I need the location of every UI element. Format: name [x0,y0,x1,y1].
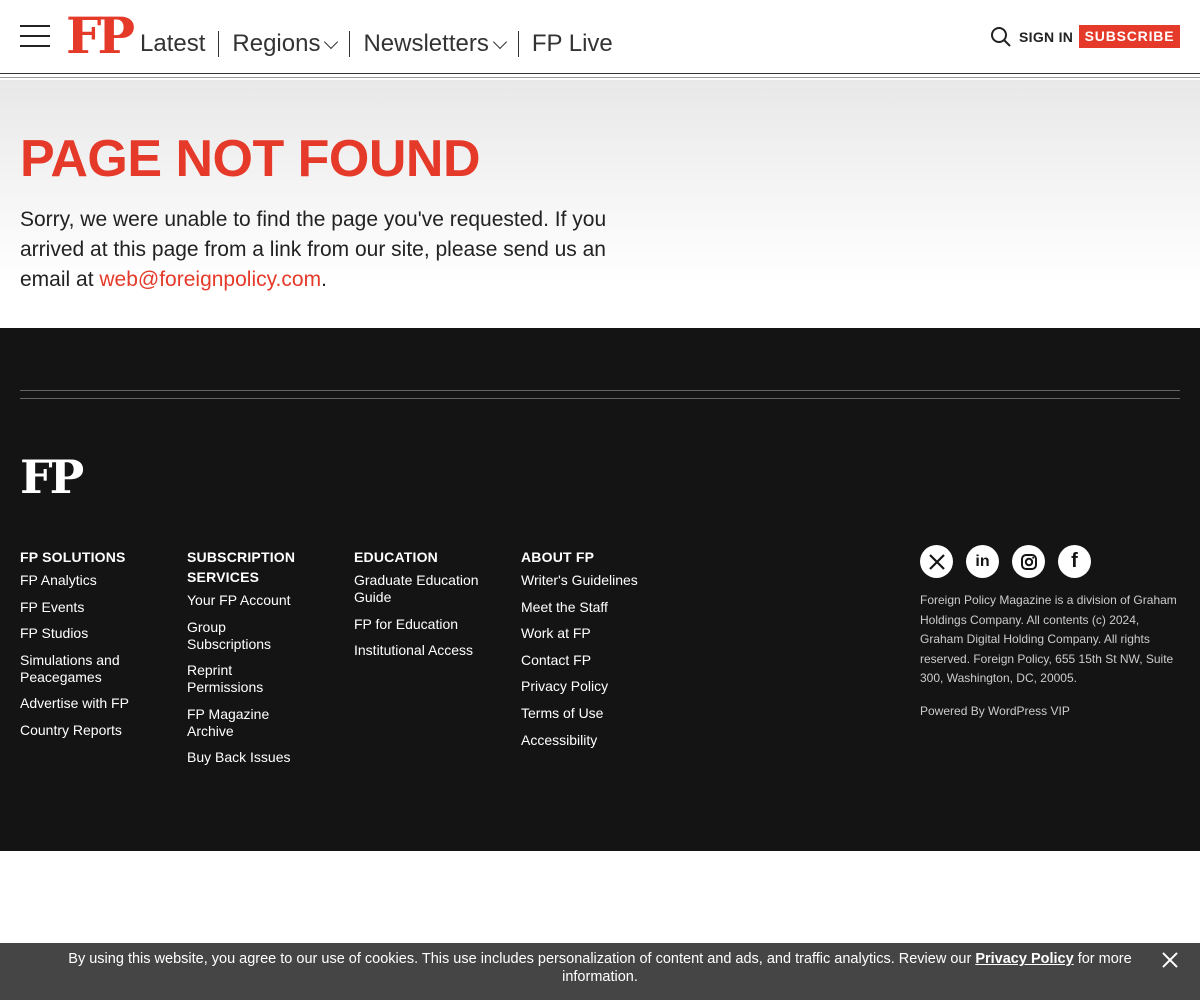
footer-link[interactable]: Advertise with FP [20,695,170,712]
legal-text: Foreign Policy Magazine is a division of… [920,593,1177,685]
footer-divider [20,398,1180,399]
footer-col-subscription: SUBSCRIPTION SERVICES Your FP Account Gr… [187,547,337,776]
cookie-banner: By using this website, you agree to our … [0,943,1200,1000]
footer-link[interactable]: Work at FP [521,625,671,642]
sign-in-link[interactable]: SIGN IN [1019,29,1073,45]
menu-icon[interactable] [20,25,50,47]
footer-link[interactable]: FP Magazine Archive [187,706,282,740]
close-icon[interactable] [1160,950,1180,970]
footer-col-heading: ABOUT FP [521,549,595,565]
site-footer: FP FP SOLUTIONS FP Analytics FP Events F… [0,328,1200,851]
footer-col-heading: EDUCATION [354,549,438,565]
main-nav: Latest Regions Newsletters FP Live [140,30,613,58]
error-message-end: . [321,268,327,291]
chevron-down-icon [324,34,339,50]
nav-latest-label: Latest [140,30,206,57]
x-icon[interactable] [920,545,953,578]
social-links: in f [920,545,1091,578]
nav-regions[interactable]: Regions [232,30,339,58]
nav-divider [218,31,220,57]
email-link[interactable]: web@foreignpolicy.com [99,268,321,291]
footer-col-heading: SUBSCRIPTION SERVICES [187,549,296,585]
nav-latest[interactable]: Latest [140,30,205,58]
subscribe-button[interactable]: SUBSCRIBE [1079,25,1180,48]
powered-by-text[interactable]: Powered By WordPress VIP [920,704,1070,718]
nav-divider [517,31,519,57]
footer-link[interactable]: Writer's Guidelines [521,572,671,589]
footer-link[interactable]: Buy Back Issues [187,749,337,766]
nav-regions-label: Regions [232,30,321,57]
instagram-icon[interactable] [1012,545,1045,578]
error-message: Sorry, we were unable to find the page y… [20,205,620,295]
footer-col-solutions: FP SOLUTIONS FP Analytics FP Events FP S… [20,547,170,749]
footer-link[interactable]: Meet the Staff [521,599,671,616]
footer-link[interactable]: Your FP Account [187,592,337,609]
footer-link[interactable]: Terms of Use [521,705,671,722]
footer-link[interactable]: FP Analytics [20,572,170,589]
footer-col-heading: FP SOLUTIONS [20,549,126,565]
footer-fp-logo[interactable]: FP [20,452,84,502]
nav-divider [349,31,351,57]
chevron-down-icon [492,34,507,50]
site-header: FP Latest Regions Newsletters FP Live SI… [0,0,1200,78]
footer-link[interactable]: Contact FP [521,652,671,669]
cookie-text: By using this website, you agree to our … [68,951,976,967]
error-hero: PAGE NOT FOUND Sorry, we were unable to … [0,80,1200,328]
footer-link[interactable]: Accessibility [521,732,671,749]
footer-divider [20,390,1180,391]
footer-link[interactable]: Country Reports [20,722,170,739]
linkedin-icon[interactable]: in [966,545,999,578]
fp-logo[interactable]: FP [66,8,135,64]
footer-link[interactable]: Graduate Education Guide [354,572,494,606]
footer-link[interactable]: Group Subscriptions [187,619,287,653]
footer-link[interactable]: Reprint Permissions [187,662,277,696]
nav-newsletters-label: Newsletters [363,30,489,57]
footer-link[interactable]: Privacy Policy [521,678,671,695]
nav-fp-live-label: FP Live [531,30,613,57]
footer-link[interactable]: FP Events [20,599,170,616]
footer-link[interactable]: Simulations and Peacegames [20,652,135,686]
footer-link[interactable]: FP Studios [20,625,170,642]
footer-link[interactable]: Institutional Access [354,642,504,659]
facebook-icon[interactable]: f [1058,545,1091,578]
nav-newsletters[interactable]: Newsletters [363,30,507,58]
footer-col-education: EDUCATION Graduate Education Guide FP fo… [354,547,504,669]
page-title: PAGE NOT FOUND [20,130,481,188]
nav-fp-live[interactable]: FP Live [532,30,613,58]
footer-link[interactable]: FP for Education [354,616,504,633]
search-icon[interactable] [990,26,1012,48]
privacy-policy-link[interactable]: Privacy Policy [975,951,1073,967]
footer-col-about: ABOUT FP Writer's Guidelines Meet the St… [521,547,671,758]
